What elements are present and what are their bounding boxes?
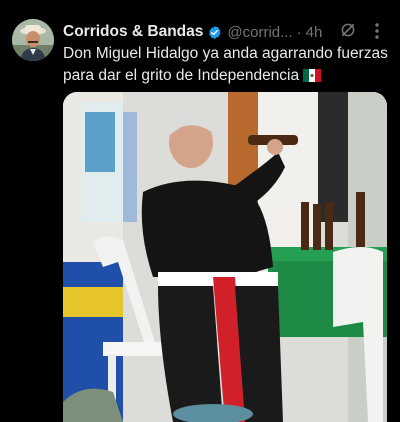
avatar[interactable] xyxy=(12,19,54,61)
tweet-photo[interactable] xyxy=(63,92,387,422)
avatar-image xyxy=(12,19,54,61)
tweet-body: Don Miguel Hidalgo ya anda agarrando fue… xyxy=(63,45,388,84)
tweet-header: Corridos & Bandas @corrid... · 4h xyxy=(63,21,390,43)
grok-icon[interactable] xyxy=(338,20,358,40)
user-handle[interactable]: @corrid... xyxy=(227,24,292,41)
more-options-icon[interactable] xyxy=(370,21,384,41)
verified-badge-icon xyxy=(207,25,222,40)
display-name[interactable]: Corridos & Bandas xyxy=(63,23,203,41)
photo-scene xyxy=(63,92,387,422)
separator-dot: · xyxy=(296,23,302,41)
timestamp[interactable]: 4h xyxy=(306,24,323,41)
tweet-text: Don Miguel Hidalgo ya anda agarrando fue… xyxy=(63,43,393,88)
mexico-flag-icon xyxy=(303,67,322,89)
